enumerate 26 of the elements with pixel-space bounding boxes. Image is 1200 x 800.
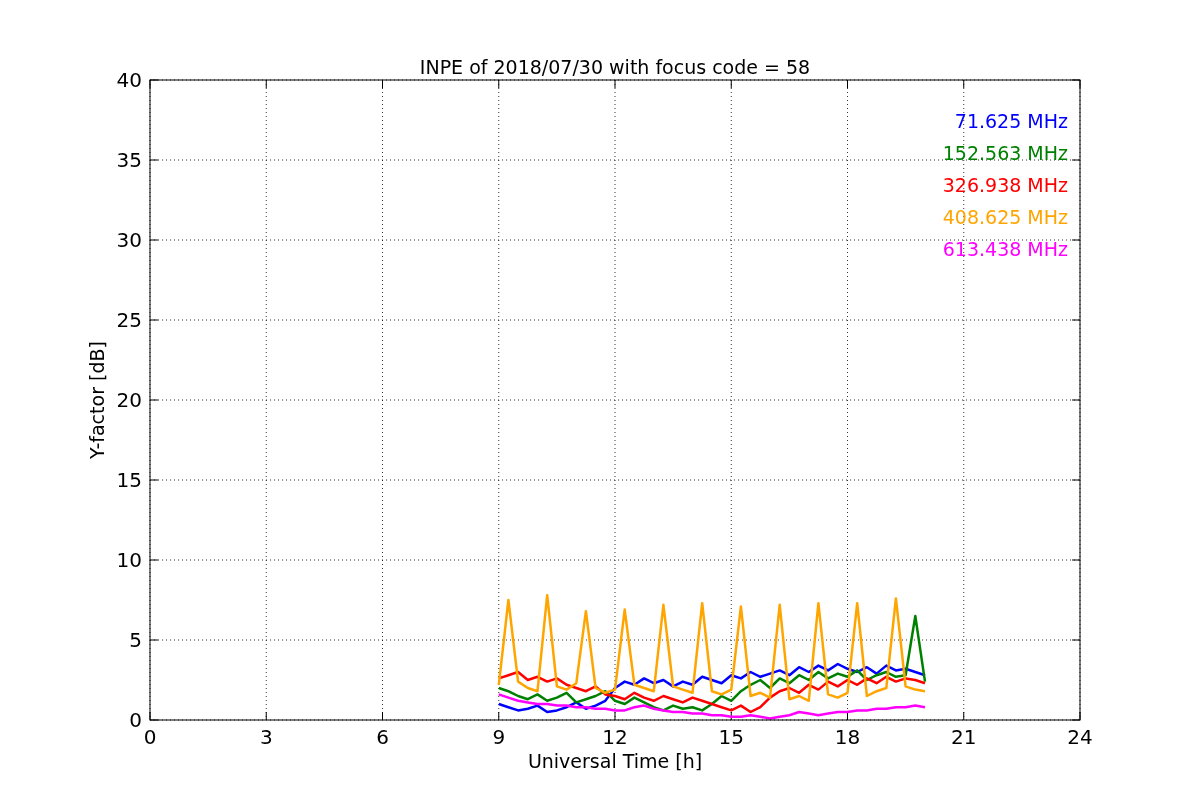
x-tick-label: 9 <box>492 725 506 749</box>
x-tick-label: 24 <box>1067 725 1093 749</box>
legend-label: 613.438 MHz <box>942 238 1068 260</box>
y-tick-label: 10 <box>116 548 142 572</box>
y-tick-label: 15 <box>116 468 142 492</box>
x-tick-label: 6 <box>376 725 389 749</box>
y-tick-label: 5 <box>129 628 142 652</box>
x-tick-label: 15 <box>718 725 744 749</box>
legend-label: 326.938 MHz <box>942 174 1068 196</box>
legend-label: 71.625 MHz <box>954 110 1068 132</box>
y-tick-label: 0 <box>129 708 142 732</box>
chart-title: INPE of 2018/07/30 with focus code = 58 <box>419 56 811 78</box>
y-axis-label: Y-factor [dB] <box>86 341 108 459</box>
y-tick-label: 25 <box>116 308 142 332</box>
y-tick-label: 30 <box>116 228 142 252</box>
legend-label: 408.625 MHz <box>942 206 1068 228</box>
x-tick-label: 3 <box>259 725 273 749</box>
x-axis-label: Universal Time [h] <box>527 750 703 772</box>
x-tick-label: 18 <box>834 725 861 749</box>
y-tick-label: 40 <box>116 68 142 92</box>
x-tick-label: 21 <box>951 725 977 749</box>
y-tick-label: 35 <box>116 148 142 172</box>
x-tick-label: 0 <box>143 725 157 749</box>
legend-label: 152.563 MHz <box>942 142 1068 164</box>
x-tick-label: 12 <box>602 725 628 749</box>
y-tick-label: 20 <box>116 388 142 412</box>
